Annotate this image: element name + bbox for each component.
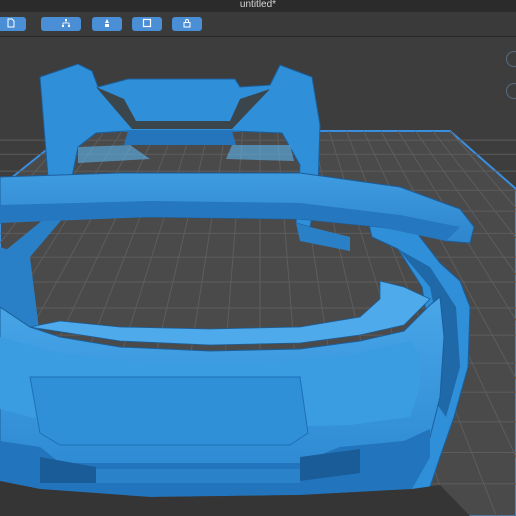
cube-view-button[interactable] — [132, 17, 162, 31]
lock-button[interactable] — [172, 17, 202, 31]
cube-view-icon — [142, 15, 152, 33]
file-button[interactable] — [0, 17, 26, 31]
lock-icon — [182, 15, 192, 33]
view-settings-icon[interactable] — [506, 51, 516, 67]
window-title: untitled* — [239, 0, 277, 10]
hierarchy-button[interactable] — [51, 17, 81, 31]
toolbar — [0, 12, 516, 37]
hierarchy-icon — [61, 15, 71, 33]
support-icon — [102, 15, 112, 33]
slicer-window: untitled* — [0, 0, 516, 516]
title-bar: untitled* — [0, 0, 516, 12]
rotate-view-icon[interactable] — [506, 83, 516, 99]
support-button[interactable] — [92, 17, 122, 31]
file-icon — [6, 15, 16, 33]
3d-viewport[interactable] — [0, 37, 516, 516]
model-scene — [0, 63, 516, 516]
